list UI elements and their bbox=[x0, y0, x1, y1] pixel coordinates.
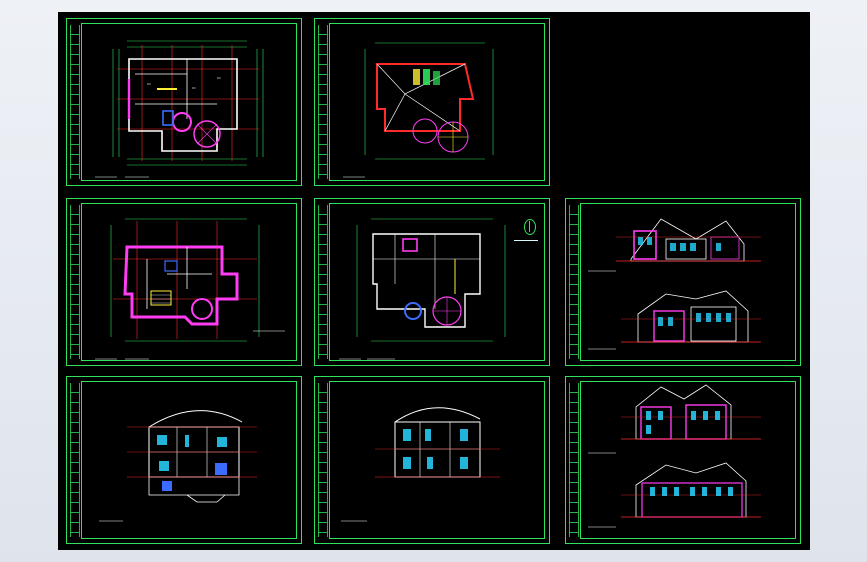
sheet-section-1[interactable] bbox=[66, 376, 302, 544]
section-drawing bbox=[99, 410, 257, 522]
second-floor-plan-drawing bbox=[339, 218, 506, 360]
sheet-basement-plan[interactable] bbox=[66, 198, 302, 366]
svg-text:▭: ▭ bbox=[217, 75, 221, 80]
elevation-drawings bbox=[588, 384, 761, 528]
floor-plan-drawing: ▭ ▭ ▭ bbox=[95, 40, 264, 178]
svg-text:▭: ▭ bbox=[192, 85, 196, 90]
sheet-elevations-a[interactable] bbox=[565, 198, 801, 366]
section-drawing bbox=[341, 407, 500, 522]
north-arrow-icon bbox=[524, 219, 536, 235]
sheet-elevations-b[interactable] bbox=[565, 376, 801, 544]
svg-text:▭: ▭ bbox=[147, 81, 151, 86]
cad-drawing-viewport[interactable]: ▭ ▭ ▭ bbox=[58, 12, 810, 550]
sheet-second-floor-plan[interactable] bbox=[314, 198, 550, 366]
roof-plan-drawing bbox=[343, 42, 494, 178]
sheet-section-2[interactable] bbox=[314, 376, 550, 544]
sheet-first-floor-plan[interactable]: ▭ ▭ ▭ bbox=[66, 18, 302, 186]
north-arrow-note bbox=[514, 238, 538, 241]
elevation-drawings bbox=[588, 218, 761, 350]
basement-plan-drawing bbox=[95, 218, 285, 360]
sheet-roof-plan[interactable] bbox=[314, 18, 550, 186]
